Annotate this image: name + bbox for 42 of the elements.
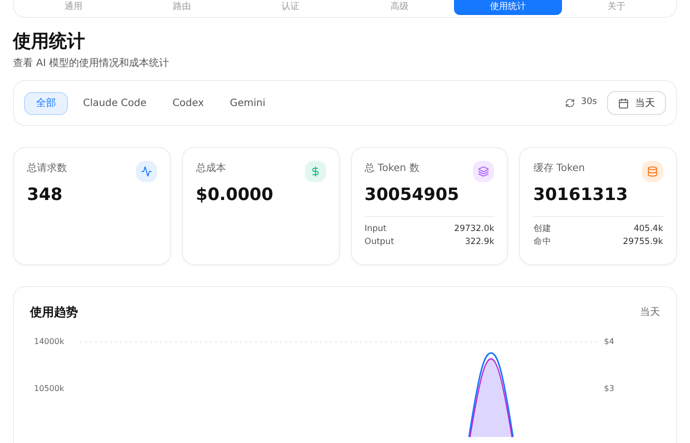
filter-tab[interactable]: Claude Code xyxy=(72,92,158,114)
detail-label: 创建 xyxy=(533,223,552,236)
axis-label: $4 xyxy=(604,337,616,347)
page-subtitle: 查看 AI 模型的使用情况和成本统计 xyxy=(13,56,170,71)
nav-tab[interactable]: 高级 xyxy=(345,0,454,15)
refresh-interval: 30s xyxy=(580,96,597,110)
trend-title: 使用趋势 xyxy=(30,304,78,321)
detail-label: 命中 xyxy=(533,236,552,249)
detail-value: 322.9k xyxy=(464,236,494,249)
axis-label: 10500k xyxy=(34,384,66,394)
stat-label: 缓存 Token xyxy=(533,162,585,176)
detail-label: Input xyxy=(364,223,387,236)
filter-tab[interactable]: Codex xyxy=(162,92,215,114)
stat-label: 总成本 xyxy=(196,162,226,176)
filter-tab[interactable]: 全部 xyxy=(24,92,68,114)
stat-label: 总 Token 数 xyxy=(364,162,420,176)
nav-tab[interactable]: 路由 xyxy=(128,0,236,15)
axis-label: 14000k xyxy=(34,337,66,347)
calendar-icon xyxy=(618,98,629,108)
date-range-button[interactable]: 当天 xyxy=(607,91,666,115)
pulse-icon xyxy=(136,161,157,182)
nav-tab[interactable]: 使用统计 xyxy=(454,0,562,15)
page-title: 使用统计 xyxy=(13,31,86,53)
axis-label: $3 xyxy=(604,384,616,394)
detail-value: 29732.0k xyxy=(454,223,494,236)
detail-label: Output xyxy=(364,236,394,249)
nav-tab[interactable]: 认证 xyxy=(236,0,346,15)
detail-value: 29755.9k xyxy=(622,236,663,249)
stat-value: $0.0000 xyxy=(196,184,274,206)
filter-tab[interactable]: Gemini xyxy=(218,92,276,114)
refresh-icon[interactable] xyxy=(564,98,575,108)
nav-tab[interactable]: 通用 xyxy=(19,0,128,15)
nav-tab[interactable]: 关于 xyxy=(562,0,672,15)
stat-value: 30054905 xyxy=(364,184,460,206)
trend-range: 当天 xyxy=(640,306,660,320)
layers-icon xyxy=(473,161,494,182)
stat-value: 30161313 xyxy=(533,184,629,206)
stat-label: 总请求数 xyxy=(27,162,67,176)
stat-value: 348 xyxy=(27,184,64,206)
database-icon xyxy=(642,161,663,182)
detail-value: 405.4k xyxy=(634,223,663,236)
dollar-icon xyxy=(304,161,326,182)
